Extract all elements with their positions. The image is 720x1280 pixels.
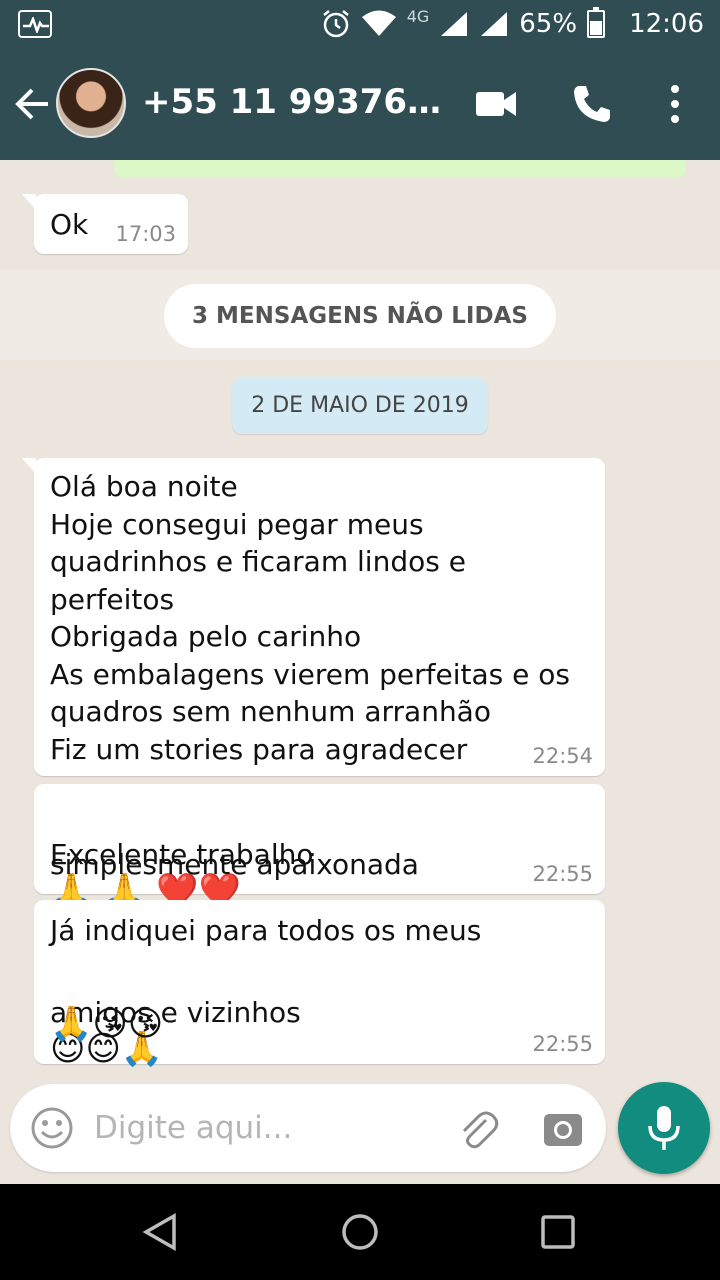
battery-icon (587, 7, 606, 38)
message-bubble[interactable]: Excelente trabalho 🙏 🙏 ❤️❤️ simplesmente… (34, 784, 605, 910)
more-vertical-icon[interactable] (660, 82, 690, 126)
emoji-group: 🙏😘😘 (50, 1004, 164, 1044)
message-input[interactable] (94, 1102, 424, 1154)
network-type: 4G (406, 6, 430, 26)
message-bubble[interactable]: Ok 17:03 (22, 194, 188, 254)
message-time: 22:55 (532, 862, 593, 886)
clock: 12:06 (629, 9, 704, 39)
battery-percent: 65% (519, 9, 578, 39)
message-bubble[interactable]: Olá boa noite Hoje consegui pegar meus q… (22, 458, 605, 776)
camera-icon[interactable] (542, 1108, 584, 1148)
nav-home-icon[interactable] (340, 1212, 380, 1252)
arrow-left-icon[interactable] (12, 84, 52, 124)
system-navigation-bar (0, 1184, 720, 1280)
message-bubble[interactable]: Já indiquei para todos os meus amigos e … (34, 900, 605, 1068)
smiley-icon[interactable] (30, 1106, 74, 1150)
date-divider: 2 DE MAIO DE 2019 (232, 378, 488, 434)
activity-app-icon (18, 10, 52, 38)
phone-icon[interactable] (570, 82, 614, 126)
message-text: Ok (50, 208, 89, 241)
message-time: 22:55 (532, 1032, 593, 1056)
alarm-icon (322, 10, 349, 38)
chat-area[interactable]: Ok 17:03 3 MENSAGENS NÃO LIDAS 2 DE MAIO… (0, 160, 720, 1184)
microphone-button[interactable] (618, 1082, 710, 1174)
previous-outgoing-bubble (114, 160, 686, 178)
unread-divider: 3 MENSAGENS NÃO LIDAS (164, 284, 556, 348)
nav-recent-apps-icon[interactable] (540, 1214, 576, 1250)
nav-back-icon[interactable] (140, 1212, 180, 1252)
message-text: Olá boa noite Hoje consegui pegar meus q… (50, 470, 570, 766)
signal-icon (441, 12, 468, 36)
microphone-icon (648, 1106, 680, 1150)
contact-name[interactable]: +55 11 99376-26... (142, 82, 442, 122)
video-camera-icon[interactable] (474, 86, 518, 122)
avatar[interactable] (56, 68, 126, 138)
message-text: simplesmente apaixonada (50, 848, 419, 881)
signal-icon-2 (481, 12, 508, 36)
message-time: 17:03 (115, 222, 176, 246)
composer (10, 1084, 606, 1172)
message-text: Já indiquei para todos os meus (50, 914, 482, 947)
chat-header: +55 11 99376-26... (0, 48, 720, 160)
paperclip-icon[interactable] (456, 1106, 500, 1150)
status-bar: 4G 65% 12:06 (0, 0, 720, 48)
message-time: 22:54 (532, 744, 593, 768)
wifi-icon (361, 10, 396, 36)
status-indicators: 4G 65% 12:06 (321, 0, 704, 48)
